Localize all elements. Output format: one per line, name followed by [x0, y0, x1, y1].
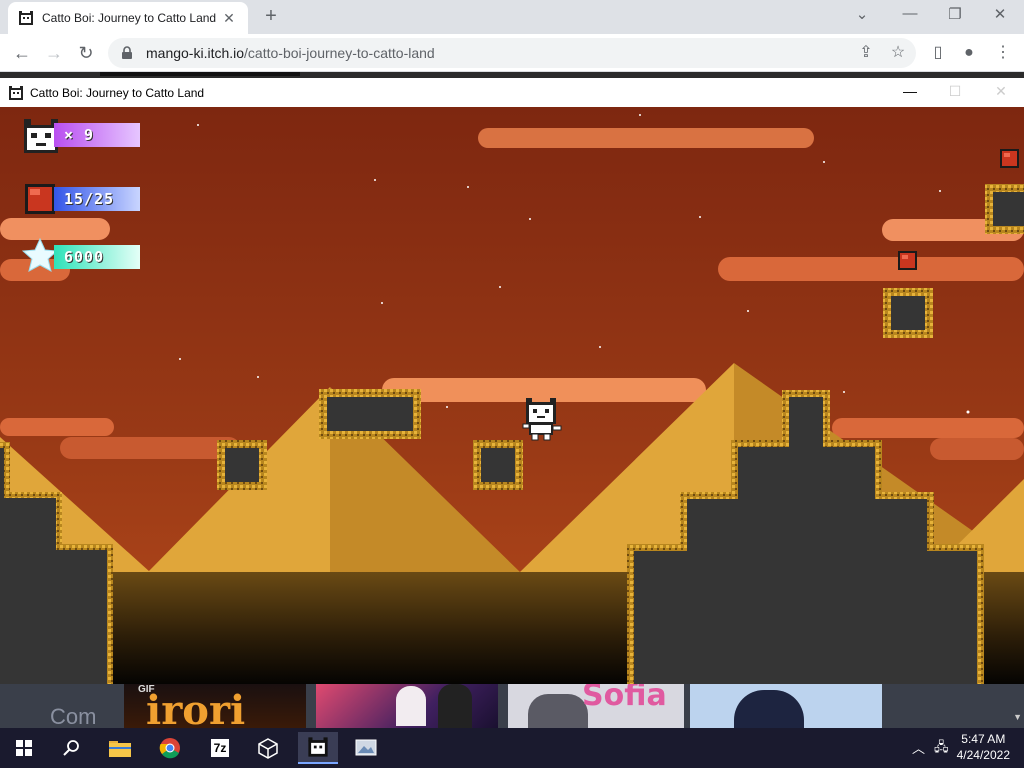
- chrome-icon: [159, 738, 180, 759]
- 7zip-icon: 7z: [210, 739, 230, 757]
- score-counter: 6000: [54, 245, 140, 269]
- thumbnail-sofia[interactable]: Sofia: [508, 684, 684, 728]
- gems-counter: 15/25: [54, 187, 140, 211]
- menu-kebab-icon[interactable]: ⋮: [992, 42, 1014, 64]
- game-maximize-icon[interactable]: ☐: [940, 83, 970, 100]
- taskbar-image-viewer[interactable]: [346, 732, 386, 764]
- browser-toolbar: ← → ↻ mango-ki.itch.io/catto-boi-journey…: [0, 34, 1024, 72]
- tab-close-icon[interactable]: ✕: [220, 10, 238, 27]
- strip-left-text: Com: [50, 704, 97, 728]
- url-path: /catto-boi-journey-to-catto-land: [244, 45, 435, 61]
- itch-related-games-strip: Com GIF irori Sofia ▼: [0, 684, 1024, 728]
- tray-chevron-up-icon[interactable]: ︿: [912, 738, 925, 757]
- game-canvas[interactable]: × 9 15/25 6000: [0, 107, 1024, 684]
- star-score-icon: [22, 237, 58, 272]
- game-window-titlebar: Catto Boi: Journey to Catto Land — ☐ ✕: [0, 78, 1024, 107]
- thumbnail-sofia-title: Sofia: [582, 684, 667, 713]
- new-tab-button[interactable]: +: [260, 5, 282, 28]
- windows-logo-icon: [16, 740, 32, 756]
- profile-avatar-icon[interactable]: ●: [958, 42, 980, 64]
- thumbnail-blue-character[interactable]: [690, 684, 882, 728]
- thumbnail-irori-title: irori: [146, 687, 246, 728]
- forward-icon[interactable]: →: [42, 41, 66, 65]
- taskbar-3d-viewer[interactable]: [248, 732, 288, 764]
- search-icon: [63, 740, 79, 756]
- cat-taskbar-icon: [308, 737, 328, 757]
- tab-search-icon[interactable]: ⌄: [842, 5, 882, 23]
- cat-favicon-icon: [19, 11, 33, 25]
- game-close-icon[interactable]: ✕: [986, 83, 1016, 100]
- cat-app-icon: [9, 85, 23, 100]
- game-window-title: Catto Boi: Journey to Catto Land: [30, 85, 205, 100]
- taskbar-7zip[interactable]: 7z: [200, 732, 240, 764]
- minimize-icon[interactable]: —: [890, 5, 930, 22]
- lock-icon: [122, 46, 132, 59]
- scroll-down-icon[interactable]: ▼: [1013, 712, 1022, 722]
- restore-icon[interactable]: ❐: [935, 5, 975, 23]
- cube-3d-icon: [258, 738, 278, 759]
- search-button[interactable]: [52, 732, 92, 764]
- folder-icon: [109, 741, 131, 757]
- lives-counter: × 9: [54, 123, 140, 147]
- close-window-icon[interactable]: ✕: [980, 5, 1020, 23]
- hud-gems: 15/25: [22, 184, 142, 214]
- browser-tab-bar: Catto Boi: Journey to Catto Land ✕ + ⌄ —…: [0, 0, 1024, 34]
- hud-score: 6000: [22, 237, 142, 272]
- game-scene: [0, 107, 1024, 684]
- game-minimize-icon[interactable]: —: [895, 83, 925, 99]
- clock-date: 4/24/2022: [956, 748, 1010, 762]
- image-viewer-icon: [355, 739, 377, 756]
- reload-icon[interactable]: ↻: [74, 41, 98, 65]
- share-icon[interactable]: ⇪: [855, 42, 877, 64]
- clock-time: 5:47 AM: [961, 732, 1006, 746]
- side-panel-icon[interactable]: ▯: [927, 42, 949, 64]
- start-button[interactable]: [4, 732, 44, 764]
- url-host: mango-ki.itch.io: [146, 45, 245, 61]
- taskbar-catto-game[interactable]: [298, 732, 338, 764]
- tab-title: Catto Boi: Journey to Catto Land: [42, 11, 217, 25]
- back-icon[interactable]: ←: [10, 41, 34, 65]
- windows-taskbar: 7z ︿ 🖧 5:47 AM 4/24/2022: [0, 728, 1024, 768]
- hud-lives: × 9: [22, 119, 142, 153]
- browser-tab[interactable]: Catto Boi: Journey to Catto Land ✕: [8, 2, 248, 34]
- taskbar-chrome[interactable]: [150, 732, 190, 764]
- bookmark-star-icon[interactable]: ☆: [887, 42, 909, 64]
- network-icon[interactable]: 🖧: [934, 738, 949, 760]
- url-text: mango-ki.itch.io/catto-boi-journey-to-ca…: [146, 45, 435, 61]
- thumbnail-anime-characters[interactable]: [316, 684, 498, 728]
- thumbnail-irori[interactable]: GIF irori: [124, 684, 306, 728]
- taskbar-file-explorer[interactable]: [100, 732, 140, 764]
- red-gem-icon: [25, 184, 55, 214]
- system-clock[interactable]: 5:47 AM 4/24/2022: [957, 731, 1010, 763]
- address-bar[interactable]: mango-ki.itch.io/catto-boi-journey-to-ca…: [108, 38, 916, 68]
